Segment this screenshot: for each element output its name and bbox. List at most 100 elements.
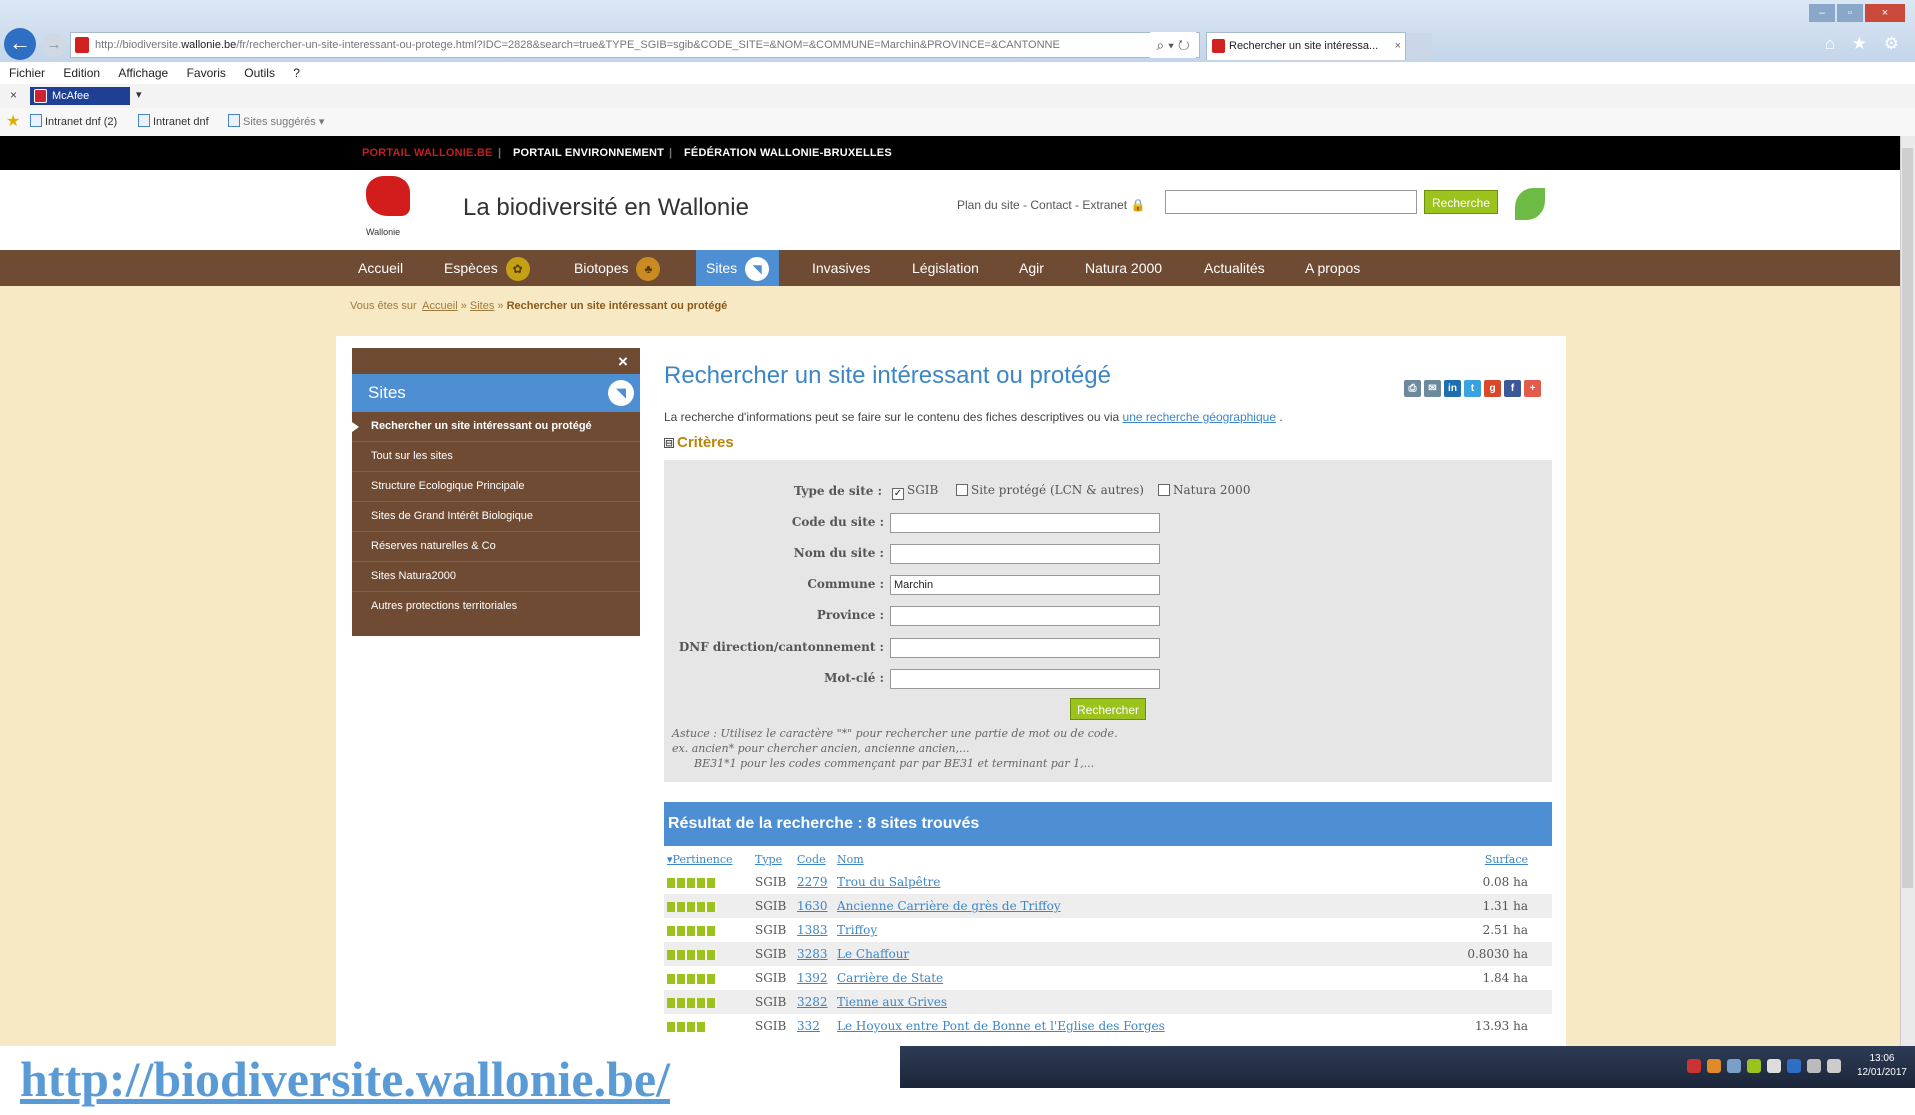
more-share-icon[interactable]: + [1524, 380, 1541, 397]
monitor-icon[interactable] [1806, 1059, 1821, 1073]
new-tab-button[interactable] [1406, 33, 1432, 59]
sidebar-item-sgib[interactable]: Sites de Grand Intérêt Biologique [352, 502, 640, 532]
site-code-link[interactable]: 1392 [797, 971, 828, 985]
nav-sites[interactable]: Sites ◥ [696, 250, 780, 286]
sidebar-item-natura2000[interactable]: Sites Natura2000 [352, 562, 640, 592]
checkbox-unchecked-icon[interactable] [1158, 484, 1170, 496]
column-header-nom[interactable]: Nom [834, 848, 1412, 870]
wallonie-rooster-logo[interactable] [366, 176, 410, 216]
tab-close-icon[interactable]: × [1395, 33, 1401, 59]
nav-biotopes[interactable]: Biotopes ♣ [574, 250, 661, 286]
nav-legislation[interactable]: Législation [912, 250, 979, 286]
collapse-icon[interactable]: ⊟ [664, 438, 674, 448]
sidebar-item-tout-sur-les-sites[interactable]: Tout sur les sites [352, 442, 640, 472]
menu-outils[interactable]: Outils [244, 66, 275, 80]
favorites-star-icon[interactable]: ★ [6, 108, 20, 136]
site-name-link[interactable]: Le Chaffour [837, 947, 909, 961]
breadcrumb-sites-link[interactable]: Sites [470, 300, 494, 312]
geographic-search-link[interactable]: une recherche géographique [1123, 410, 1276, 424]
column-header-code[interactable]: Code [794, 848, 834, 870]
utility-links-text[interactable]: Plan du site - Contact - Extranet [957, 198, 1127, 212]
site-name-link[interactable]: Carrière de State [837, 971, 943, 985]
site-code-link[interactable]: 3282 [797, 995, 828, 1009]
nav-natura-2000[interactable]: Natura 2000 [1085, 250, 1162, 286]
menu-affichage[interactable]: Affichage [118, 66, 168, 80]
email-icon[interactable]: ✉ [1424, 380, 1441, 397]
favorite-sites-suggeres[interactable]: Sites suggérés ▾ [228, 108, 324, 136]
linkedin-icon[interactable]: in [1444, 380, 1461, 397]
code-site-input[interactable] [890, 513, 1160, 533]
taskbar-clock[interactable]: 13:06 12/01/2017 [1857, 1052, 1907, 1080]
site-name-link[interactable]: Ancienne Carrière de grès de Triffoy [837, 899, 1061, 913]
site-code-link[interactable]: 1383 [797, 923, 828, 937]
column-header-type[interactable]: Type [752, 848, 794, 870]
google-plus-icon[interactable]: g [1484, 380, 1501, 397]
nav-accueil[interactable]: Accueil [358, 250, 403, 286]
menu-edition[interactable]: Edition [63, 66, 100, 80]
address-bar[interactable]: http://biodiversite.wallonie.be/fr/reche… [70, 32, 1200, 58]
column-header-surface[interactable]: Surface [1412, 848, 1552, 870]
speaker-icon[interactable] [1826, 1059, 1841, 1073]
caption-url-link[interactable]: http://biodiversite.wallonie.be/ [20, 1050, 670, 1108]
nav-actualites[interactable]: Actualités [1204, 250, 1265, 286]
link-portail-environnement[interactable]: PORTAIL ENVIRONNEMENT [513, 136, 664, 170]
checkbox-sgib[interactable]: ✓ SGIB [892, 483, 938, 500]
header-utility-links[interactable]: Plan du site - Contact - Extranet 🔒 [957, 198, 1145, 212]
sidebar-item-rechercher[interactable]: Rechercher un site intéressant ou protég… [352, 412, 640, 442]
mcafee-tray-icon[interactable] [1686, 1059, 1701, 1073]
sidebar-close-icon[interactable]: × [618, 352, 628, 372]
nav-invasives[interactable]: Invasives [812, 250, 870, 286]
checkbox-site-protege[interactable]: Site protégé (LCN & autres) [956, 483, 1144, 497]
nom-site-input[interactable] [890, 544, 1160, 564]
column-header-pertinence[interactable]: ▾Pertinence [664, 848, 752, 870]
scrollbar-thumb[interactable] [1902, 148, 1913, 888]
maximize-button[interactable]: ▫ [1837, 4, 1863, 22]
site-name-link[interactable]: Trou du Salpêtre [837, 875, 940, 889]
back-arrow-icon[interactable]: ← [4, 28, 36, 60]
app-tray-icon[interactable] [1786, 1059, 1801, 1073]
link-portail-wallonie[interactable]: PORTAIL WALLONIE.BE [362, 136, 493, 170]
mot-cle-input[interactable] [890, 669, 1160, 689]
menu-favoris[interactable]: Favoris [187, 66, 226, 80]
favorite-intranet-dnf[interactable]: Intranet dnf [138, 108, 209, 136]
site-code-link[interactable]: 3283 [797, 947, 828, 961]
sidebar-item-autres-protections[interactable]: Autres protections territoriales [352, 592, 640, 622]
rechercher-button[interactable]: Rechercher [1070, 698, 1146, 720]
site-name-link[interactable]: Triffoy [837, 923, 877, 937]
app-tray-icon[interactable] [1726, 1059, 1741, 1073]
site-title[interactable]: La biodiversité en Wallonie [463, 194, 749, 222]
province-input[interactable] [890, 606, 1160, 626]
browser-tab[interactable]: Rechercher un site intéressa... × [1206, 32, 1406, 60]
address-search-refresh-icons[interactable]: ⌕ ▾ ↻ [1150, 32, 1196, 58]
nav-a-propos[interactable]: A propos [1305, 250, 1360, 286]
checkbox-natura-2000[interactable]: Natura 2000 [1158, 483, 1250, 497]
menu-help[interactable]: ? [293, 66, 300, 80]
header-search-button[interactable]: Recherche [1424, 190, 1498, 214]
header-search-input[interactable] [1165, 190, 1417, 214]
network-icon[interactable] [1766, 1059, 1781, 1073]
mcafee-dropdown-icon[interactable]: ▾ [136, 88, 142, 101]
app-tray-icon[interactable] [1746, 1059, 1761, 1073]
facebook-icon[interactable]: f [1504, 380, 1521, 397]
toolbar-close-icon[interactable]: × [10, 88, 17, 102]
site-code-link[interactable]: 1630 [797, 899, 828, 913]
sidebar-item-reserves-naturelles[interactable]: Réserves naturelles & Co [352, 532, 640, 562]
site-code-link[interactable]: 332 [797, 1019, 820, 1033]
sidebar-title[interactable]: Sites ◥ [352, 374, 640, 412]
site-name-link[interactable]: Tienne aux Grives [837, 995, 947, 1009]
forward-arrow-icon[interactable]: → [42, 33, 66, 57]
dnf-input[interactable] [890, 638, 1160, 658]
breadcrumb-home-link[interactable]: Accueil [422, 300, 457, 312]
home-favorites-settings-icons[interactable]: ⌂ ★ ⚙ [1825, 34, 1905, 54]
checkbox-checked-icon[interactable]: ✓ [892, 488, 904, 500]
menu-fichier[interactable]: Fichier [9, 66, 45, 80]
criteria-toggle[interactable]: ⊟ Critères [664, 434, 734, 451]
minimize-button[interactable]: – [1809, 4, 1835, 22]
nav-especes[interactable]: Espèces ✿ [444, 250, 530, 286]
favorite-intranet-dnf-2[interactable]: Intranet dnf (2) [30, 108, 117, 136]
checkbox-unchecked-icon[interactable] [956, 484, 968, 496]
site-name-link[interactable]: Le Hoyoux entre Pont de Bonne et l'Eglis… [837, 1019, 1165, 1033]
nav-agir[interactable]: Agir [1019, 250, 1044, 286]
link-federation[interactable]: FÉDÉRATION WALLONIE-BRUXELLES [684, 136, 892, 170]
site-code-link[interactable]: 2279 [797, 875, 828, 889]
